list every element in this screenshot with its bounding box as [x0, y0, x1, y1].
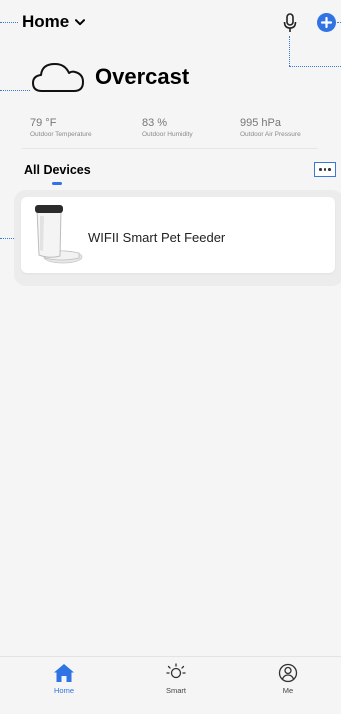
tab-active-indicator: [52, 182, 62, 185]
tab-all-devices[interactable]: All Devices: [24, 163, 91, 177]
add-device-button[interactable]: [317, 13, 336, 32]
device-card[interactable]: WIFII Smart Pet Feeder: [21, 197, 335, 273]
humidity-label: Outdoor Humidity: [142, 131, 193, 138]
home-title: Home: [22, 12, 70, 31]
tab-smart-label: Smart: [165, 686, 186, 695]
plus-icon: [320, 16, 333, 29]
pressure-value: 995 hPa: [240, 117, 281, 129]
microphone-icon[interactable]: [281, 12, 299, 34]
pet-feeder-image: [35, 205, 83, 264]
weather-summary: Overcast: [30, 60, 189, 94]
tab-me[interactable]: Me: [258, 663, 318, 695]
temperature-label: Outdoor Temperature: [30, 131, 92, 138]
cloud-icon: [32, 63, 84, 92]
more-dot: [323, 168, 327, 171]
pressure-label: Outdoor Air Pressure: [240, 131, 301, 138]
temperature-value: 79 °F: [30, 117, 57, 129]
chevron-down-icon: [75, 18, 86, 25]
more-options-button[interactable]: [314, 162, 336, 177]
more-dot: [328, 168, 331, 171]
home-icon: [54, 664, 74, 682]
tab-home-label: Home: [53, 686, 74, 695]
callout-line-weather: [0, 90, 30, 91]
user-icon: [278, 663, 298, 683]
divider: [22, 148, 318, 149]
humidity-value: 83 %: [142, 117, 168, 129]
humidity-stat: 83 % Outdoor Humidity: [142, 117, 193, 138]
callout-line-mic-horizontal: [289, 66, 341, 67]
temperature-stat: 79 °F Outdoor Temperature: [30, 117, 92, 138]
more-dot: [319, 168, 322, 171]
callout-line-device: [0, 238, 14, 239]
header: Home: [0, 0, 341, 44]
home-selector[interactable]: Home: [22, 12, 86, 32]
tab-smart[interactable]: Smart: [146, 663, 206, 695]
device-name: WIFII Smart Pet Feeder: [88, 230, 226, 245]
bottom-tab-bar: Home Smart Me: [0, 656, 341, 714]
tab-me-label: Me: [282, 686, 294, 695]
sun-icon: [166, 663, 186, 679]
tab-home[interactable]: Home: [34, 663, 94, 695]
weather-condition: Overcast: [95, 64, 190, 89]
pressure-stat: 995 hPa Outdoor Air Pressure: [240, 117, 301, 138]
